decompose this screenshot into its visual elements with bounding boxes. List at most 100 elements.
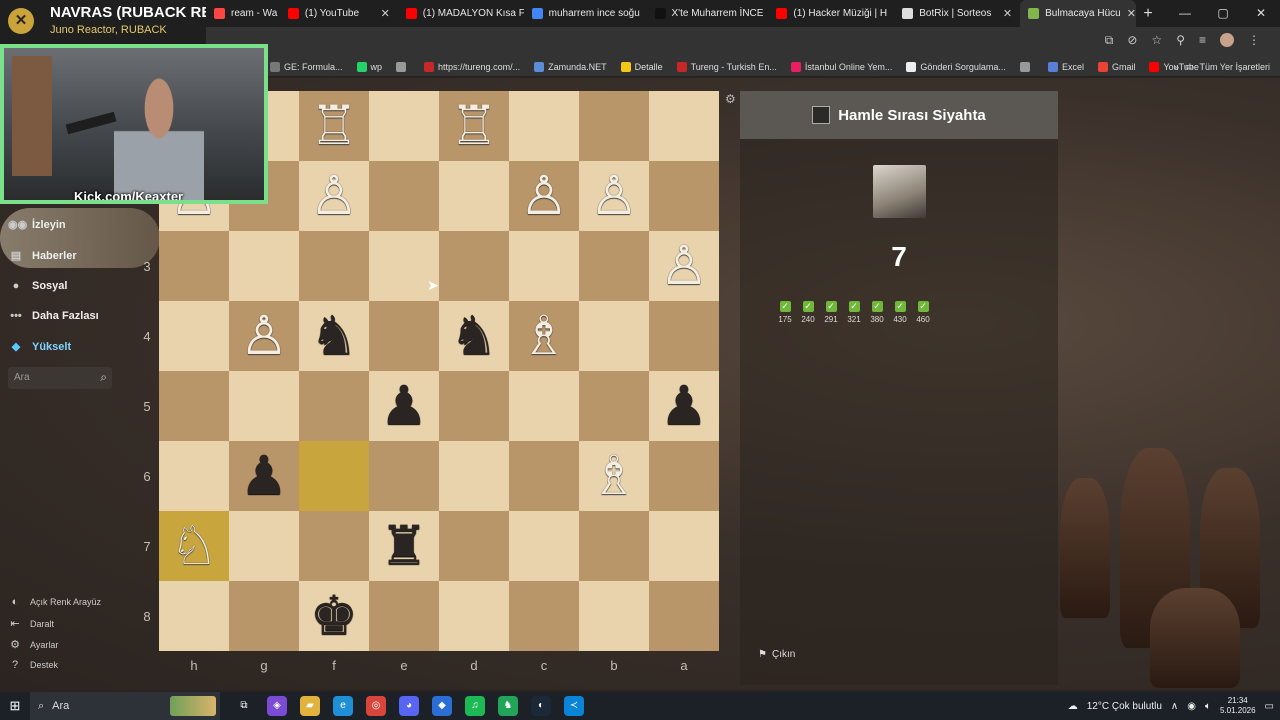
square-f5[interactable] — [299, 371, 369, 441]
chrome-icon[interactable]: ◎ — [366, 696, 386, 716]
black-king-piece[interactable]: ♚ — [310, 589, 358, 643]
discord-icon[interactable]: ◕ — [399, 696, 419, 716]
square-f7[interactable] — [299, 511, 369, 581]
close-window-button[interactable]: ✕ — [1242, 0, 1280, 27]
browser-tab[interactable]: X'te Muharrem İNCE✕ — [647, 0, 769, 27]
square-g3[interactable] — [229, 231, 299, 301]
solved-puzzle[interactable]: ✓ 430 — [891, 301, 909, 324]
white-knight-piece[interactable]: ♘ — [170, 519, 218, 573]
white-rook-piece[interactable]: ♖ — [310, 99, 358, 153]
square-h5[interactable] — [159, 371, 229, 441]
square-g8[interactable] — [229, 581, 299, 651]
white-pawn-piece[interactable]: ♙ — [590, 169, 638, 223]
bookmark[interactable]: GE: Formula... — [270, 61, 343, 72]
tray-overflow-icon[interactable]: ∧ — [1171, 701, 1178, 712]
square-d5[interactable] — [439, 371, 509, 441]
square-a7[interactable] — [649, 511, 719, 581]
square-d6[interactable] — [439, 441, 509, 511]
browser-tab[interactable]: (1) MADALYON Kısa F✕ — [398, 0, 524, 27]
square-h6[interactable] — [159, 441, 229, 511]
black-knight-piece[interactable]: ♞ — [450, 309, 498, 363]
clock[interactable]: 21:34 5.01.2026 — [1220, 696, 1256, 716]
square-a2[interactable] — [649, 161, 719, 231]
eye-off-icon[interactable]: ⊘ — [1127, 33, 1137, 48]
app-icon[interactable]: ◆ — [432, 696, 452, 716]
star-icon[interactable]: ☆ — [1151, 33, 1162, 48]
square-h7[interactable]: ♘ — [159, 511, 229, 581]
square-f6[interactable] — [299, 441, 369, 511]
square-f1[interactable]: ♖ — [299, 91, 369, 161]
square-c4[interactable]: ♗ — [509, 301, 579, 371]
white-rook-piece[interactable]: ♖ — [450, 99, 498, 153]
media-icon[interactable]: ≡ — [1199, 33, 1206, 48]
tab-close-icon[interactable]: ✕ — [1003, 7, 1012, 20]
minimize-button[interactable]: — — [1166, 0, 1204, 27]
square-e4[interactable] — [369, 301, 439, 371]
square-d2[interactable] — [439, 161, 509, 231]
white-bishop-piece[interactable]: ♗ — [590, 449, 638, 503]
tab-close-icon[interactable]: ✕ — [1127, 7, 1136, 20]
square-b7[interactable] — [579, 511, 649, 581]
square-b1[interactable] — [579, 91, 649, 161]
square-c2[interactable]: ♙ — [509, 161, 579, 231]
browser-tab[interactable]: ream - Wa✕ — [206, 0, 280, 27]
white-pawn-piece[interactable]: ♙ — [660, 239, 708, 293]
square-e2[interactable] — [369, 161, 439, 231]
white-pawn-piece[interactable]: ♙ — [240, 309, 288, 363]
square-h8[interactable] — [159, 581, 229, 651]
spotify-icon[interactable]: ♫ — [465, 696, 485, 716]
square-a1[interactable] — [649, 91, 719, 161]
solved-puzzle[interactable]: ✓ 240 — [799, 301, 817, 324]
square-f3[interactable] — [299, 231, 369, 301]
black-knight-piece[interactable]: ♞ — [310, 309, 358, 363]
solved-puzzle[interactable]: ✓ 291 — [822, 301, 840, 324]
square-a3[interactable]: ♙ — [649, 231, 719, 301]
browser-tab[interactable]: (1) YouTube ✕ — [280, 0, 398, 27]
bookmark[interactable]: Tureng - Turkish En... — [676, 61, 777, 72]
bookmark[interactable]: https://tureng.com/... — [424, 61, 520, 72]
solved-puzzle[interactable]: ✓ 321 — [845, 301, 863, 324]
sidebar-search-input[interactable]: Ara ⌕ — [8, 367, 112, 389]
sidebar-item-haberler[interactable]: ▤ Haberler — [8, 249, 77, 263]
sidebar-item-yükselt[interactable]: ◆ Yükselt — [8, 340, 71, 354]
extensions-icon[interactable]: ⚲ — [1176, 33, 1185, 48]
square-c5[interactable] — [509, 371, 579, 441]
square-a6[interactable] — [649, 441, 719, 511]
taskbar-search[interactable]: ⌕ Ara — [30, 692, 220, 720]
bookmark[interactable] — [396, 61, 410, 72]
square-g6[interactable]: ♟ — [229, 441, 299, 511]
square-g5[interactable] — [229, 371, 299, 441]
steam-icon[interactable]: ◐ — [531, 696, 551, 716]
browser-tab[interactable]: (1) Hacker Müziği | H✕ — [768, 0, 894, 27]
sidebar-item-daha-fazlası[interactable]: ••• Daha Fazlası — [8, 310, 98, 322]
square-d8[interactable] — [439, 581, 509, 651]
square-d4[interactable]: ♞ — [439, 301, 509, 371]
sidebar-footer-item[interactable]: ? Destek — [8, 659, 58, 671]
white-pawn-piece[interactable]: ♙ — [310, 169, 358, 223]
square-e5[interactable]: ♟ — [369, 371, 439, 441]
bookmark[interactable]: Gmail — [1097, 61, 1135, 72]
bookmark[interactable] — [1019, 61, 1034, 72]
black-pawn-piece[interactable]: ♟ — [240, 449, 288, 503]
square-c7[interactable] — [509, 511, 579, 581]
cast-icon[interactable]: ⧉ — [1105, 33, 1114, 48]
solved-puzzle[interactable]: ✓ 175 — [776, 301, 794, 324]
solved-puzzle[interactable]: ✓ 460 — [914, 301, 932, 324]
square-f2[interactable]: ♙ — [299, 161, 369, 231]
square-e1[interactable] — [369, 91, 439, 161]
square-f8[interactable]: ♚ — [299, 581, 369, 651]
square-c3[interactable] — [509, 231, 579, 301]
copilot-icon[interactable]: ◈ — [267, 696, 287, 716]
weather-text[interactable]: 12°C Çok bulutlu — [1087, 701, 1162, 712]
notifications-icon[interactable]: ▭ — [1265, 701, 1274, 712]
edge-icon[interactable]: e — [333, 696, 353, 716]
square-c8[interactable] — [509, 581, 579, 651]
square-b3[interactable] — [579, 231, 649, 301]
square-f4[interactable]: ♞ — [299, 301, 369, 371]
start-button[interactable]: ⊞ — [0, 698, 30, 714]
maximize-button[interactable]: ▢ — [1204, 0, 1242, 27]
bookmark[interactable]: Gönderi Sorgulama... — [906, 61, 1006, 72]
task-view-icon[interactable]: ⧉ — [234, 696, 254, 716]
square-b8[interactable] — [579, 581, 649, 651]
sidebar-item-i̇zleyin[interactable]: ◉◉ İzleyin — [8, 218, 66, 232]
